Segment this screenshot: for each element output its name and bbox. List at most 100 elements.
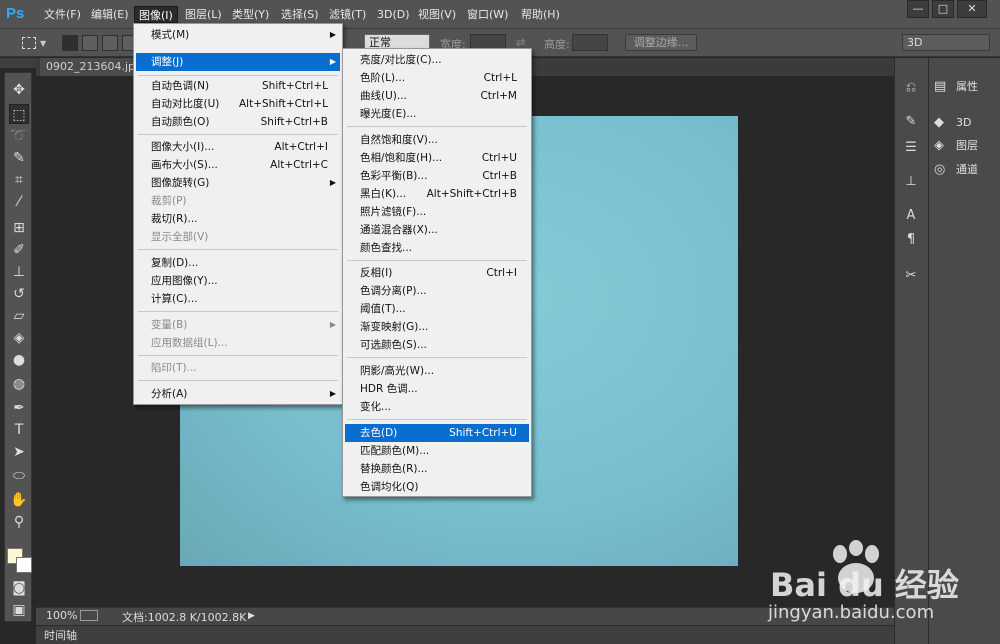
history-panel-icon[interactable]: ⎌	[900, 78, 922, 98]
menu-item-posterize[interactable]: 色调分离(P)...	[345, 282, 529, 300]
crop-tool-icon[interactable]: ⌗	[9, 170, 29, 190]
adjustments-icon[interactable]: ☰	[900, 138, 922, 158]
new-selection-icon[interactable]	[62, 35, 78, 51]
tools-panel-header[interactable]	[0, 58, 36, 68]
menu-item-photo-filter[interactable]: 照片滤镜(F)...	[345, 203, 529, 221]
menu-3d[interactable]: 3D(D)	[373, 6, 414, 23]
menu-item-curves[interactable]: 曲线(U)... Ctrl+M	[345, 87, 529, 105]
menu-item-canvas-size[interactable]: 画布大小(S)... Alt+Ctrl+C	[136, 156, 340, 174]
menu-item-equalize[interactable]: 色调均化(Q)	[345, 478, 529, 496]
refine-edge-button[interactable]: 调整边缘...	[625, 34, 697, 51]
healing-brush-tool-icon[interactable]: ⊞	[9, 218, 29, 238]
menu-item-shadows-highlights[interactable]: 阴影/高光(W)...	[345, 362, 529, 380]
menu-item-auto-tone[interactable]: 自动色调(N) Shift+Ctrl+L	[136, 77, 340, 95]
path-select-tool-icon[interactable]: ➤	[9, 442, 29, 462]
menu-item-auto-color[interactable]: 自动颜色(O) Shift+Ctrl+B	[136, 113, 340, 131]
menu-item-trap[interactable]: 陷印(T)...	[136, 359, 340, 377]
menu-item-selective-color[interactable]: 可选颜色(S)...	[345, 336, 529, 354]
zoom-level[interactable]: 100%	[46, 609, 77, 622]
menu-item-hdr-toning[interactable]: HDR 色调...	[345, 380, 529, 398]
menu-item-black-white[interactable]: 黑白(K)... Alt+Shift+Ctrl+B	[345, 185, 529, 203]
menu-item-auto-contrast[interactable]: 自动对比度(U) Alt+Shift+Ctrl+L	[136, 95, 340, 113]
status-menu-arrow-icon[interactable]: ▶	[248, 611, 255, 621]
menu-item-image-rotation[interactable]: 图像旋转(G) ▶	[136, 174, 340, 192]
panel-layers[interactable]: ◈ 图层	[934, 135, 978, 157]
clone-stamp-tool-icon[interactable]: ⊥	[9, 262, 29, 282]
menu-item-apply-data-set[interactable]: 应用数据组(L)...	[136, 334, 340, 352]
add-selection-icon[interactable]	[82, 35, 98, 51]
menu-window[interactable]: 窗口(W)	[463, 6, 512, 23]
menu-item-variations[interactable]: 变化...	[345, 398, 529, 416]
minimize-button[interactable]: —	[907, 0, 929, 18]
maximize-button[interactable]: □	[932, 0, 954, 18]
menu-view[interactable]: 视图(V)	[414, 6, 460, 23]
marquee-preset-icon[interactable]	[22, 37, 36, 49]
menu-item-exposure[interactable]: 曝光度(E)...	[345, 105, 529, 123]
blur-tool-icon[interactable]: ●	[9, 350, 29, 370]
menu-item-analysis[interactable]: 分析(A) ▶	[136, 385, 340, 403]
type-tool-icon[interactable]: T	[9, 420, 29, 440]
menu-select[interactable]: 选择(S)	[277, 6, 323, 23]
clone-source-icon[interactable]: ⊥	[900, 172, 922, 192]
menu-item-gradient-map[interactable]: 渐变映射(G)...	[345, 318, 529, 336]
menu-type[interactable]: 类型(Y)	[228, 6, 273, 23]
menu-item-invert[interactable]: 反相(I) Ctrl+I	[345, 264, 529, 282]
menu-image[interactable]: 图像(I)	[134, 6, 178, 23]
menu-item-levels[interactable]: 色阶(L)... Ctrl+L	[345, 69, 529, 87]
zoom-tool-icon[interactable]: ⚲	[9, 512, 29, 532]
menu-item-vibrance[interactable]: 自然饱和度(V)...	[345, 131, 529, 149]
menu-item-desaturate[interactable]: 去色(D) Shift+Ctrl+U	[345, 424, 529, 442]
menu-item-calculations[interactable]: 计算(C)...	[136, 290, 340, 308]
menu-item-variables[interactable]: 变量(B) ▶	[136, 316, 340, 334]
eraser-tool-icon[interactable]: ▱	[9, 306, 29, 326]
menu-item-crop[interactable]: 裁剪(P)	[136, 192, 340, 210]
menu-item-duplicate[interactable]: 复制(D)...	[136, 254, 340, 272]
subtract-selection-icon[interactable]	[102, 35, 118, 51]
menu-item-reveal-all[interactable]: 显示全部(V)	[136, 228, 340, 246]
screen-mode-icon[interactable]: ▣	[9, 600, 29, 620]
menu-item-apply-image[interactable]: 应用图像(Y)...	[136, 272, 340, 290]
chevron-down-icon[interactable]: ▼	[40, 39, 46, 48]
brush-tool-icon[interactable]: ✐	[9, 240, 29, 260]
timeline-label[interactable]: 时间轴	[44, 627, 77, 643]
character-panel-icon[interactable]: A	[900, 206, 922, 226]
menu-item-hue-saturation[interactable]: 色相/饱和度(H)... Ctrl+U	[345, 149, 529, 167]
menu-file[interactable]: 文件(F)	[40, 6, 85, 23]
lasso-tool-icon[interactable]: ➰	[9, 126, 29, 146]
panel-3d[interactable]: ◆ 3D	[934, 112, 971, 134]
hand-tool-icon[interactable]: ✋	[9, 490, 29, 510]
close-button[interactable]: ✕	[957, 0, 987, 18]
background-color-swatch[interactable]	[16, 557, 32, 573]
menu-item-mode[interactable]: 模式(M) ▶	[136, 26, 340, 44]
menu-item-brightness-contrast[interactable]: 亮度/对比度(C)...	[345, 51, 529, 69]
menu-filter[interactable]: 滤镜(T)	[325, 6, 370, 23]
quick-mask-icon[interactable]: ◙	[9, 578, 29, 598]
quick-select-tool-icon[interactable]: ✎	[9, 148, 29, 168]
status-info-icon[interactable]	[80, 610, 98, 621]
menu-item-trim[interactable]: 裁切(R)...	[136, 210, 340, 228]
move-tool-icon[interactable]: ✥	[9, 80, 29, 100]
panel-channels[interactable]: ◎ 通道	[934, 159, 978, 181]
dodge-tool-icon[interactable]: ◍	[9, 374, 29, 394]
menu-edit[interactable]: 编辑(E)	[87, 6, 133, 23]
menu-item-replace-color[interactable]: 替换颜色(R)...	[345, 460, 529, 478]
pen-tool-icon[interactable]: ✒	[9, 398, 29, 418]
history-brush-tool-icon[interactable]: ↺	[9, 284, 29, 304]
paint-bucket-tool-icon[interactable]: ◈	[9, 328, 29, 348]
ellipse-tool-icon[interactable]: ⬭	[9, 466, 29, 486]
menu-item-color-balance[interactable]: 色彩平衡(B)... Ctrl+B	[345, 167, 529, 185]
tool-presets-icon[interactable]: ✂	[900, 266, 922, 286]
height-field[interactable]	[572, 34, 608, 51]
menu-item-image-size[interactable]: 图像大小(I)... Alt+Ctrl+I	[136, 138, 340, 156]
workspace-select[interactable]: 3D	[902, 34, 990, 51]
brush-presets-icon[interactable]: ✎	[900, 112, 922, 132]
menu-item-channel-mixer[interactable]: 通道混合器(X)...	[345, 221, 529, 239]
rect-marquee-tool-icon[interactable]: ⬚	[9, 104, 29, 124]
menu-help[interactable]: 帮助(H)	[517, 6, 564, 23]
menu-item-color-lookup[interactable]: 颜色查找...	[345, 239, 529, 257]
eyedropper-tool-icon[interactable]: ⁄	[9, 192, 29, 212]
menu-item-match-color[interactable]: 匹配颜色(M)...	[345, 442, 529, 460]
menu-item-adjustments[interactable]: 调整(J) ▶	[136, 53, 340, 71]
paragraph-panel-icon[interactable]: ¶	[900, 230, 922, 250]
document-tab[interactable]: 0902_213604.jpg	[40, 58, 149, 76]
